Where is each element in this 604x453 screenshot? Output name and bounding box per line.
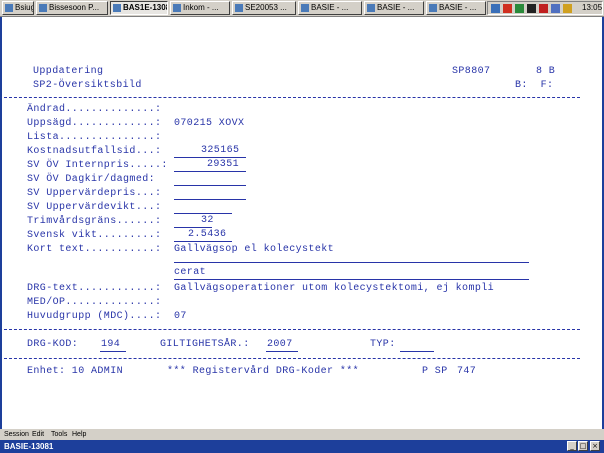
field-value-drg-text: Gallvägsoperationer utom kolecystektomi,… xyxy=(174,283,495,294)
app-icon xyxy=(5,4,13,12)
separator-top xyxy=(4,97,580,98)
field-value-kort-text-cont[interactable]: cerat xyxy=(174,267,206,279)
app-icon xyxy=(173,4,181,12)
antivirus-icon[interactable] xyxy=(539,4,548,13)
field-value-internpris[interactable]: 29351 xyxy=(207,159,239,171)
field-label-uppsagd: Uppsägd.............: xyxy=(27,118,162,129)
task-label: Inkom - ... xyxy=(183,3,219,12)
field-label-andrad: Ändrad..............: xyxy=(27,104,162,115)
menu-bar: Session Edit Tools Help xyxy=(0,429,604,440)
input-underline xyxy=(174,157,246,158)
separator-middle xyxy=(4,329,580,330)
drg-kod-label: DRG-KOD: xyxy=(27,339,79,350)
menu-tools[interactable]: Tools xyxy=(51,429,67,440)
footer-enhet: Enhet: 10 ADMIN xyxy=(27,366,124,377)
field-label-drg-text: DRG-text............: xyxy=(27,283,162,294)
field-value-svensk-vikt[interactable]: 2.5436 xyxy=(188,229,226,241)
task-label: BASIE - ... xyxy=(377,3,415,12)
input-underline xyxy=(174,262,529,263)
task-label: BASIE - ... xyxy=(439,3,477,12)
menu-help[interactable]: Help xyxy=(72,429,86,440)
update-icon[interactable] xyxy=(515,4,524,13)
tray-app-icon[interactable] xyxy=(563,4,572,13)
input-underline xyxy=(174,279,529,280)
input-underline xyxy=(174,185,246,186)
network-icon[interactable] xyxy=(491,4,500,13)
field-label-svensk-vikt: Svensk vikt.........: xyxy=(27,230,162,241)
task-button-0[interactable]: Bsiug xyxy=(2,1,34,15)
close-icon[interactable]: × xyxy=(590,441,600,451)
task-button-6[interactable]: BASIE - ... xyxy=(364,1,424,15)
field-label-internpris: SV ÖV Internpris.....: xyxy=(27,160,168,171)
field-value-trimvardsgrans[interactable]: 32 xyxy=(201,215,214,227)
menu-session[interactable]: Session xyxy=(4,429,29,440)
system-tray: 13:05 xyxy=(487,1,603,15)
terminal-screen: Uppdatering SP2-Översiktsbild SP8807 8 B… xyxy=(2,17,602,429)
task-label: Bissesoon P... xyxy=(49,3,100,12)
field-label-med-op: MED/OP..............: xyxy=(27,297,162,308)
field-label-uppervardepris: SV Uppervärdepris...: xyxy=(27,188,162,199)
window-title: BASIE-13081 xyxy=(4,442,54,451)
input-underline xyxy=(266,351,298,352)
task-button-5[interactable]: BASIE - ... xyxy=(298,1,362,15)
task-label: SE20053 ... xyxy=(245,3,287,12)
app-icon xyxy=(367,4,375,12)
maximize-icon[interactable]: □ xyxy=(578,441,588,451)
footer-page-label: P SP xyxy=(422,366,448,377)
giltighetsar-input[interactable]: 2007 xyxy=(267,339,293,351)
field-label-uppervardevikt: SV Uppervärdevikt...: xyxy=(27,202,162,213)
input-underline xyxy=(174,213,232,214)
footer-page-value: 747 xyxy=(457,366,477,377)
field-value-kostnadsutfall[interactable]: 325165 xyxy=(201,145,239,157)
drg-kod-input[interactable]: 194 xyxy=(101,339,120,351)
task-button-2[interactable]: BAS1E-13081 xyxy=(110,1,168,15)
input-underline xyxy=(174,171,246,172)
input-underline xyxy=(100,351,126,352)
app-icon xyxy=(429,4,437,12)
field-label-lista: Lista...............: xyxy=(27,132,162,143)
window-title-bar: BASIE-13081 _ □ × xyxy=(0,440,604,453)
task-button-4[interactable]: SE20053 ... xyxy=(232,1,296,15)
typ-label: TYP: xyxy=(370,339,396,350)
status-flags: B: F: xyxy=(515,80,554,91)
screen-title: Uppdatering xyxy=(33,66,104,77)
task-label: BAS1E-13081 xyxy=(123,3,167,12)
task-button-1[interactable]: Bissesoon P... xyxy=(36,1,108,15)
field-value-huvudgrupp: 07 xyxy=(174,311,187,322)
field-value-kort-text[interactable]: Gallvägsop el kolecystekt xyxy=(174,244,334,256)
task-label: BASIE - ... xyxy=(311,3,349,12)
security-icon[interactable] xyxy=(503,4,512,13)
giltighetsar-label: GILTIGHETSÅR.: xyxy=(160,339,250,350)
field-value-uppsagd: 070215 XOVX xyxy=(174,118,245,129)
program-suffix: 8 B xyxy=(536,66,556,77)
separator-bottom xyxy=(4,358,580,359)
program-code: SP8807 xyxy=(452,66,491,77)
field-label-dagkir: SV ÖV Dagkir/dagmed: xyxy=(27,174,156,185)
field-label-huvudgrupp: Huvudgrupp (MDC)....: xyxy=(27,311,162,322)
input-underline xyxy=(174,241,232,242)
screen-subtitle: SP2-Översiktsbild xyxy=(33,80,142,91)
field-label-trimvardsgrans: Trimvårdsgräns......: xyxy=(27,216,162,227)
input-underline xyxy=(174,199,246,200)
app-icon xyxy=(301,4,309,12)
minimize-icon[interactable]: _ xyxy=(567,441,577,451)
app-icon xyxy=(113,4,121,12)
app-icon xyxy=(39,4,47,12)
monitor-icon[interactable] xyxy=(527,4,536,13)
volume-icon[interactable] xyxy=(551,4,560,13)
input-underline xyxy=(174,227,212,228)
task-button-3[interactable]: Inkom - ... xyxy=(170,1,230,15)
task-label: Bsiug xyxy=(15,3,34,12)
field-label-kort-text: Kort text...........: xyxy=(27,244,162,255)
taskbar: Bsiug Bissesoon P... BAS1E-13081 Inkom -… xyxy=(0,0,604,17)
field-label-kostnadsutfall: Kostnadsutfallsid...: xyxy=(27,146,162,157)
input-underline xyxy=(400,351,434,352)
clock: 13:05 xyxy=(582,3,603,12)
task-button-7[interactable]: BASIE - ... xyxy=(426,1,486,15)
menu-edit[interactable]: Edit xyxy=(32,429,44,440)
app-icon xyxy=(235,4,243,12)
footer-title: *** Registervård DRG-Koder *** xyxy=(167,366,360,377)
